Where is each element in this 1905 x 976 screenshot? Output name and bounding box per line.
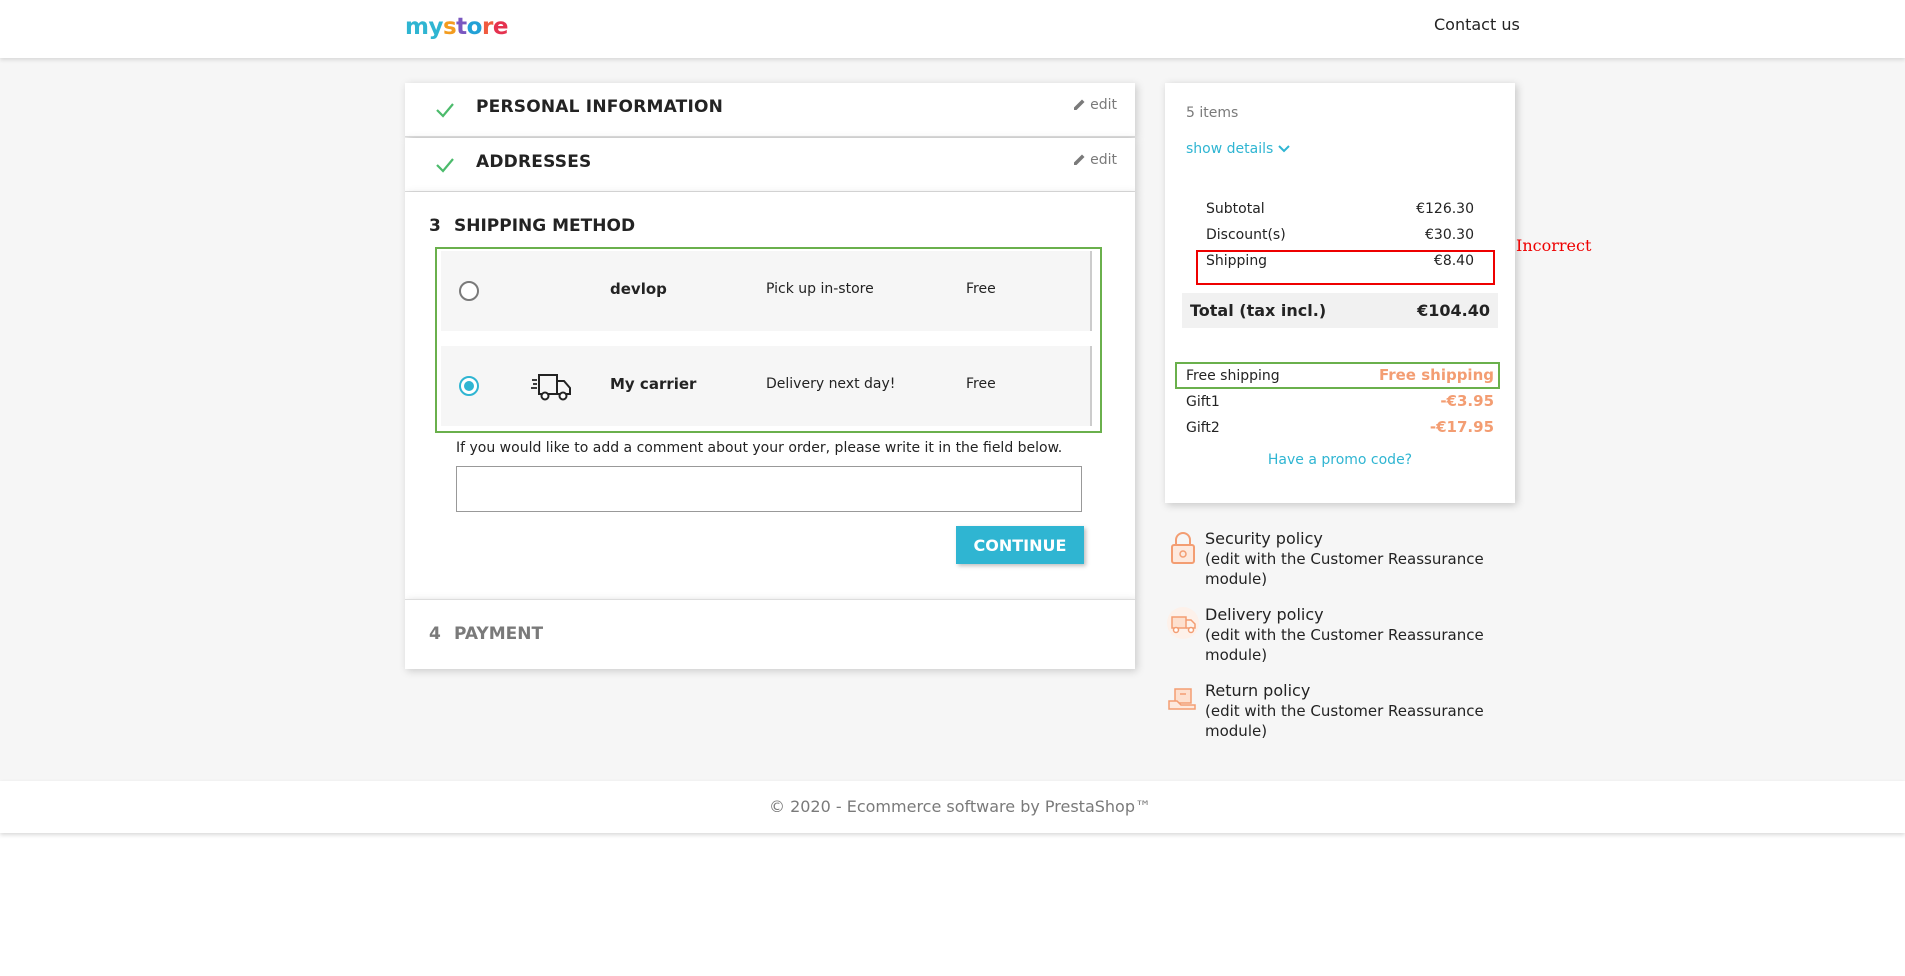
lock-icon bbox=[1171, 532, 1195, 564]
incorrect-highlight-box bbox=[1196, 250, 1495, 285]
step-addresses[interactable]: ADDRESSES edit bbox=[405, 138, 1135, 192]
return-box-icon bbox=[1168, 688, 1196, 710]
carrier-radio[interactable] bbox=[459, 281, 479, 301]
pencil-icon bbox=[1074, 99, 1085, 110]
step-number: 3 bbox=[429, 216, 441, 236]
voucher-label: Gift2 bbox=[1186, 420, 1220, 436]
check-icon bbox=[436, 158, 454, 173]
step-title: SHIPPING METHOD bbox=[454, 216, 636, 236]
logo-part: my bbox=[405, 14, 443, 40]
site-header: mystore Contact us bbox=[0, 0, 1905, 58]
carrier-options: devlop Pick up in-store Free My carrier … bbox=[435, 247, 1102, 433]
voucher-value: -€17.95 bbox=[1429, 418, 1494, 436]
carrier-option-my-carrier[interactable]: My carrier Delivery next day! Free bbox=[441, 346, 1092, 426]
reassurance-security: Security policy (edit with the Customer … bbox=[1165, 529, 1495, 589]
logo-part: e bbox=[492, 14, 509, 40]
show-details-toggle[interactable]: show details bbox=[1186, 141, 1290, 157]
policy-title: Return policy bbox=[1205, 681, 1311, 700]
chevron-down-icon bbox=[1278, 145, 1290, 153]
policy-title: Delivery policy bbox=[1205, 605, 1324, 624]
subtotal-label: Subtotal bbox=[1206, 201, 1265, 217]
voucher-value: -€3.95 bbox=[1440, 392, 1494, 410]
carrier-delay: Pick up in-store bbox=[766, 281, 874, 297]
carrier-radio[interactable] bbox=[459, 376, 479, 396]
voucher-label: Free shipping bbox=[1186, 368, 1280, 384]
voucher-row: Gift1 -€3.95 bbox=[1186, 392, 1494, 410]
check-icon bbox=[436, 103, 454, 118]
policy-title: Security policy bbox=[1205, 529, 1323, 548]
policy-text: (edit with the Customer Reassurance modu… bbox=[1205, 550, 1484, 588]
voucher-row: Gift2 -€17.95 bbox=[1186, 418, 1494, 436]
step-title: PERSONAL INFORMATION bbox=[476, 97, 724, 117]
step-shipping-method: 3 SHIPPING METHOD devlop Pick up in-stor… bbox=[405, 192, 1135, 599]
carrier-price: Free bbox=[966, 376, 996, 392]
site-footer: © 2020 - Ecommerce software by PrestaSho… bbox=[0, 781, 1905, 833]
voucher-row: Free shipping Free shipping bbox=[1186, 366, 1494, 384]
logo-part: t bbox=[456, 14, 467, 40]
pencil-icon bbox=[1074, 154, 1085, 165]
delivery-truck-icon bbox=[531, 374, 571, 401]
total-value: €104.40 bbox=[1417, 301, 1490, 320]
voucher-value: Free shipping bbox=[1378, 366, 1494, 384]
logo-part: r bbox=[481, 14, 493, 40]
logo-part: o bbox=[466, 14, 483, 40]
discounts-value: €30.30 bbox=[1425, 227, 1474, 243]
carrier-price: Free bbox=[966, 281, 996, 297]
total-label: Total (tax incl.) bbox=[1190, 301, 1327, 320]
step-personal-information[interactable]: PERSONAL INFORMATION edit bbox=[405, 83, 1135, 137]
continue-button[interactable]: CONTINUE bbox=[956, 526, 1084, 564]
show-details-label: show details bbox=[1186, 141, 1274, 157]
delivery-truck-icon bbox=[1167, 607, 1199, 639]
discounts-label: Discount(s) bbox=[1206, 227, 1286, 243]
items-count: 5 items bbox=[1186, 105, 1239, 121]
store-logo[interactable]: mystore bbox=[405, 14, 508, 40]
footer-copyright[interactable]: © 2020 - Ecommerce software by PrestaSho… bbox=[0, 797, 1905, 816]
comment-label: If you would like to add a comment about… bbox=[456, 440, 1063, 456]
policy-text: (edit with the Customer Reassurance modu… bbox=[1205, 626, 1484, 664]
carrier-name: devlop bbox=[610, 280, 667, 298]
incorrect-annotation: Incorrect bbox=[1516, 236, 1592, 255]
subtotal-value: €126.30 bbox=[1416, 201, 1474, 217]
edit-label: edit bbox=[1090, 97, 1117, 113]
carrier-name: My carrier bbox=[610, 375, 697, 393]
edit-personal-button[interactable]: edit bbox=[1073, 97, 1117, 113]
step-payment[interactable]: 4 PAYMENT bbox=[405, 599, 1135, 669]
logo-part: s bbox=[442, 14, 457, 40]
discounts-row: Discount(s) €30.30 bbox=[1206, 227, 1474, 243]
step-title: PAYMENT bbox=[454, 624, 544, 644]
carrier-option-devlop[interactable]: devlop Pick up in-store Free bbox=[441, 251, 1092, 331]
cart-summary: 5 items show details Subtotal €126.30 Di… bbox=[1165, 83, 1515, 503]
promo-code-link[interactable]: Have a promo code? bbox=[1165, 452, 1515, 468]
reassurance-delivery: Delivery policy (edit with the Customer … bbox=[1165, 605, 1495, 665]
policy-text: (edit with the Customer Reassurance modu… bbox=[1205, 702, 1484, 740]
order-comment-textarea[interactable] bbox=[456, 466, 1082, 512]
carrier-delay: Delivery next day! bbox=[766, 376, 896, 392]
step-number: 4 bbox=[429, 624, 441, 644]
total-row: Total (tax incl.) €104.40 bbox=[1182, 293, 1498, 328]
voucher-label: Gift1 bbox=[1186, 394, 1220, 410]
contact-us-link[interactable]: Contact us bbox=[1434, 15, 1520, 34]
step-title: ADDRESSES bbox=[476, 152, 592, 172]
subtotal-row: Subtotal €126.30 bbox=[1206, 201, 1474, 217]
reassurance-return: Return policy (edit with the Customer Re… bbox=[1165, 681, 1495, 741]
edit-label: edit bbox=[1090, 152, 1117, 168]
edit-addresses-button[interactable]: edit bbox=[1073, 152, 1117, 168]
